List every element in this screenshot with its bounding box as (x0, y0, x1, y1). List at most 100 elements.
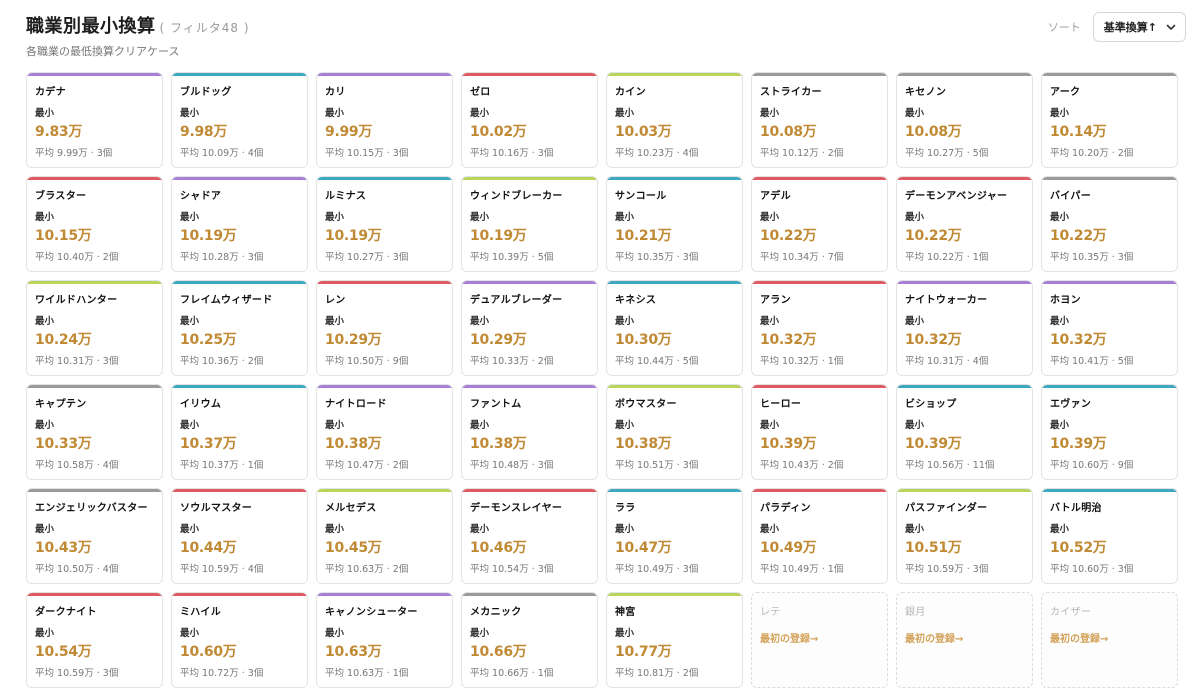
job-card[interactable]: パラディン 最小 10.49万 平均 10.49万 · 1個 (751, 488, 888, 584)
job-card[interactable]: ナイトウォーカー 最小 10.32万 平均 10.31万 · 4個 (896, 280, 1033, 376)
job-name: ストライカー (760, 87, 822, 98)
job-card[interactable]: レン 最小 10.29万 平均 10.50万 · 9個 (316, 280, 453, 376)
job-card[interactable]: シャドア 最小 10.19万 平均 10.28万 · 3個 (171, 176, 308, 272)
min-label: 最小 (35, 628, 55, 639)
job-card[interactable]: ミハイル 最小 10.60万 平均 10.72万 · 3個 (171, 592, 308, 688)
min-label: 最小 (180, 108, 200, 119)
min-value: 10.45万 (325, 540, 382, 556)
min-label: 最小 (760, 212, 780, 223)
job-card[interactable]: キセノン 最小 10.08万 平均 10.27万 · 5個 (896, 72, 1033, 168)
min-value: 10.39万 (760, 436, 817, 452)
job-name: ボウマスター (615, 399, 677, 410)
job-name: バイパー (1050, 191, 1091, 202)
min-label: 最小 (180, 316, 200, 327)
class-color-bar (317, 489, 452, 492)
min-value: 10.44万 (180, 540, 237, 556)
job-card[interactable]: ダークナイト 最小 10.54万 平均 10.59万 · 3個 (26, 592, 163, 688)
average-count: 平均 10.54万 · 3個 (470, 564, 554, 575)
job-card[interactable]: カデナ 最小 9.83万 平均 9.99万 · 3個 (26, 72, 163, 168)
job-card[interactable]: ファントム 最小 10.38万 平均 10.48万 · 3個 (461, 384, 598, 480)
average-count: 平均 10.37万 · 1個 (180, 460, 264, 471)
average-count: 平均 10.40万 · 2個 (35, 252, 119, 263)
job-card[interactable]: キャプテン 最小 10.33万 平均 10.58万 · 4個 (26, 384, 163, 480)
min-label: 最小 (905, 420, 925, 431)
job-card-empty[interactable]: カイザー 最初の登録→ (1041, 592, 1178, 688)
job-name: ミハイル (180, 607, 221, 618)
job-card[interactable]: バイパー 最小 10.22万 平均 10.35万 · 3個 (1041, 176, 1178, 272)
average-count: 平均 10.23万 · 4個 (615, 148, 699, 159)
average-count: 平均 10.33万 · 2個 (470, 356, 554, 367)
min-label: 最小 (760, 420, 780, 431)
job-name: ワイルドハンター (35, 295, 118, 306)
job-name: ビショップ (905, 399, 957, 410)
job-card[interactable]: ゼロ 最小 10.02万 平均 10.16万 · 3個 (461, 72, 598, 168)
average-count: 平均 10.48万 · 3個 (470, 460, 554, 471)
min-label: 最小 (760, 108, 780, 119)
job-name: ファントム (470, 399, 522, 410)
min-label: 最小 (35, 212, 55, 223)
job-card[interactable]: バトル明治 最小 10.52万 平均 10.60万 · 3個 (1041, 488, 1178, 584)
job-card[interactable]: サンコール 最小 10.21万 平均 10.35万 · 3個 (606, 176, 743, 272)
job-card[interactable]: パスファインダー 最小 10.51万 平均 10.59万 · 3個 (896, 488, 1033, 584)
job-card[interactable]: デーモンスレイヤー 最小 10.46万 平均 10.54万 · 3個 (461, 488, 598, 584)
job-name: エンジェリックバスター (35, 503, 148, 514)
job-card[interactable]: ボウマスター 最小 10.38万 平均 10.51万 · 3個 (606, 384, 743, 480)
average-count: 平均 10.22万 · 1個 (905, 252, 989, 263)
chevron-down-icon (1166, 24, 1176, 30)
job-name: シャドア (180, 191, 222, 202)
job-card[interactable]: メカニック 最小 10.66万 平均 10.66万 · 1個 (461, 592, 598, 688)
min-label: 最小 (760, 316, 780, 327)
job-name: ララ (615, 503, 636, 514)
min-label: 最小 (325, 524, 345, 535)
job-card[interactable]: エンジェリックバスター 最小 10.43万 平均 10.50万 · 4個 (26, 488, 163, 584)
job-card-empty[interactable]: 銀月 最初の登録→ (896, 592, 1033, 688)
job-card[interactable]: ソウルマスター 最小 10.44万 平均 10.59万 · 4個 (171, 488, 308, 584)
first-register-link[interactable]: 最初の登録→ (905, 630, 1024, 645)
job-name: レン (325, 295, 346, 306)
average-count: 平均 10.32万 · 1個 (760, 356, 844, 367)
job-card[interactable]: フレイムウィザード 最小 10.25万 平均 10.36万 · 2個 (171, 280, 308, 376)
job-card[interactable]: キャノンシューター 最小 10.63万 平均 10.63万 · 1個 (316, 592, 453, 688)
min-value: 10.49万 (760, 540, 817, 556)
job-card[interactable]: 神宮 最小 10.77万 平均 10.81万 · 2個 (606, 592, 743, 688)
job-name: カイン (615, 87, 646, 98)
min-value: 10.29万 (470, 332, 527, 348)
title-row: 職業別最小換算 ( フィルタ48 ) (26, 12, 1186, 38)
job-card[interactable]: ワイルドハンター 最小 10.24万 平均 10.31万 · 3個 (26, 280, 163, 376)
job-card[interactable]: エヴァン 最小 10.39万 平均 10.60万 · 9個 (1041, 384, 1178, 480)
job-name: デュアルブレーダー (470, 295, 563, 306)
job-name: デーモンスレイヤー (470, 503, 563, 514)
job-card[interactable]: ブルドッグ 最小 9.98万 平均 10.09万 · 4個 (171, 72, 308, 168)
class-color-bar (317, 177, 452, 180)
job-name: ウィンドブレーカー (470, 191, 563, 202)
min-label: 最小 (615, 628, 635, 639)
job-card[interactable]: カイン 最小 10.03万 平均 10.23万 · 4個 (606, 72, 743, 168)
job-card-empty[interactable]: レテ 最初の登録→ (751, 592, 888, 688)
job-card[interactable]: キネシス 最小 10.30万 平均 10.44万 · 5個 (606, 280, 743, 376)
job-card[interactable]: ビショップ 最小 10.39万 平均 10.56万 · 11個 (896, 384, 1033, 480)
job-card[interactable]: イリウム 最小 10.37万 平均 10.37万 · 1個 (171, 384, 308, 480)
first-register-link[interactable]: 最初の登録→ (1050, 630, 1169, 645)
min-value: 10.19万 (180, 228, 237, 244)
job-card[interactable]: メルセデス 最小 10.45万 平均 10.63万 · 2個 (316, 488, 453, 584)
job-card[interactable]: ルミナス 最小 10.19万 平均 10.27万 · 3個 (316, 176, 453, 272)
average-count: 平均 10.63万 · 2個 (325, 564, 409, 575)
average-count: 平均 10.59万 · 3個 (35, 668, 119, 679)
job-card[interactable]: ララ 最小 10.47万 平均 10.49万 · 3個 (606, 488, 743, 584)
job-card[interactable]: デュアルブレーダー 最小 10.29万 平均 10.33万 · 2個 (461, 280, 598, 376)
job-card[interactable]: ストライカー 最小 10.08万 平均 10.12万 · 2個 (751, 72, 888, 168)
average-count: 平均 10.39万 · 5個 (470, 252, 554, 263)
job-card[interactable]: ナイトロード 最小 10.38万 平均 10.47万 · 2個 (316, 384, 453, 480)
first-register-link[interactable]: 最初の登録→ (760, 630, 879, 645)
job-card[interactable]: ウィンドブレーカー 最小 10.19万 平均 10.39万 · 5個 (461, 176, 598, 272)
job-card[interactable]: ホヨン 最小 10.32万 平均 10.41万 · 5個 (1041, 280, 1178, 376)
sort-select[interactable]: 基準換算↑ (1092, 12, 1186, 42)
job-card[interactable]: アラン 最小 10.32万 平均 10.32万 · 1個 (751, 280, 888, 376)
job-card[interactable]: デーモンアベンジャー 最小 10.22万 平均 10.22万 · 1個 (896, 176, 1033, 272)
job-card[interactable]: アーク 最小 10.14万 平均 10.20万 · 2個 (1041, 72, 1178, 168)
job-card[interactable]: カリ 最小 9.99万 平均 10.15万 · 3個 (316, 72, 453, 168)
average-count: 平均 10.15万 · 3個 (325, 148, 409, 159)
job-card[interactable]: ブラスター 最小 10.15万 平均 10.40万 · 2個 (26, 176, 163, 272)
job-card[interactable]: ヒーロー 最小 10.39万 平均 10.43万 · 2個 (751, 384, 888, 480)
job-card[interactable]: アデル 最小 10.22万 平均 10.34万 · 7個 (751, 176, 888, 272)
